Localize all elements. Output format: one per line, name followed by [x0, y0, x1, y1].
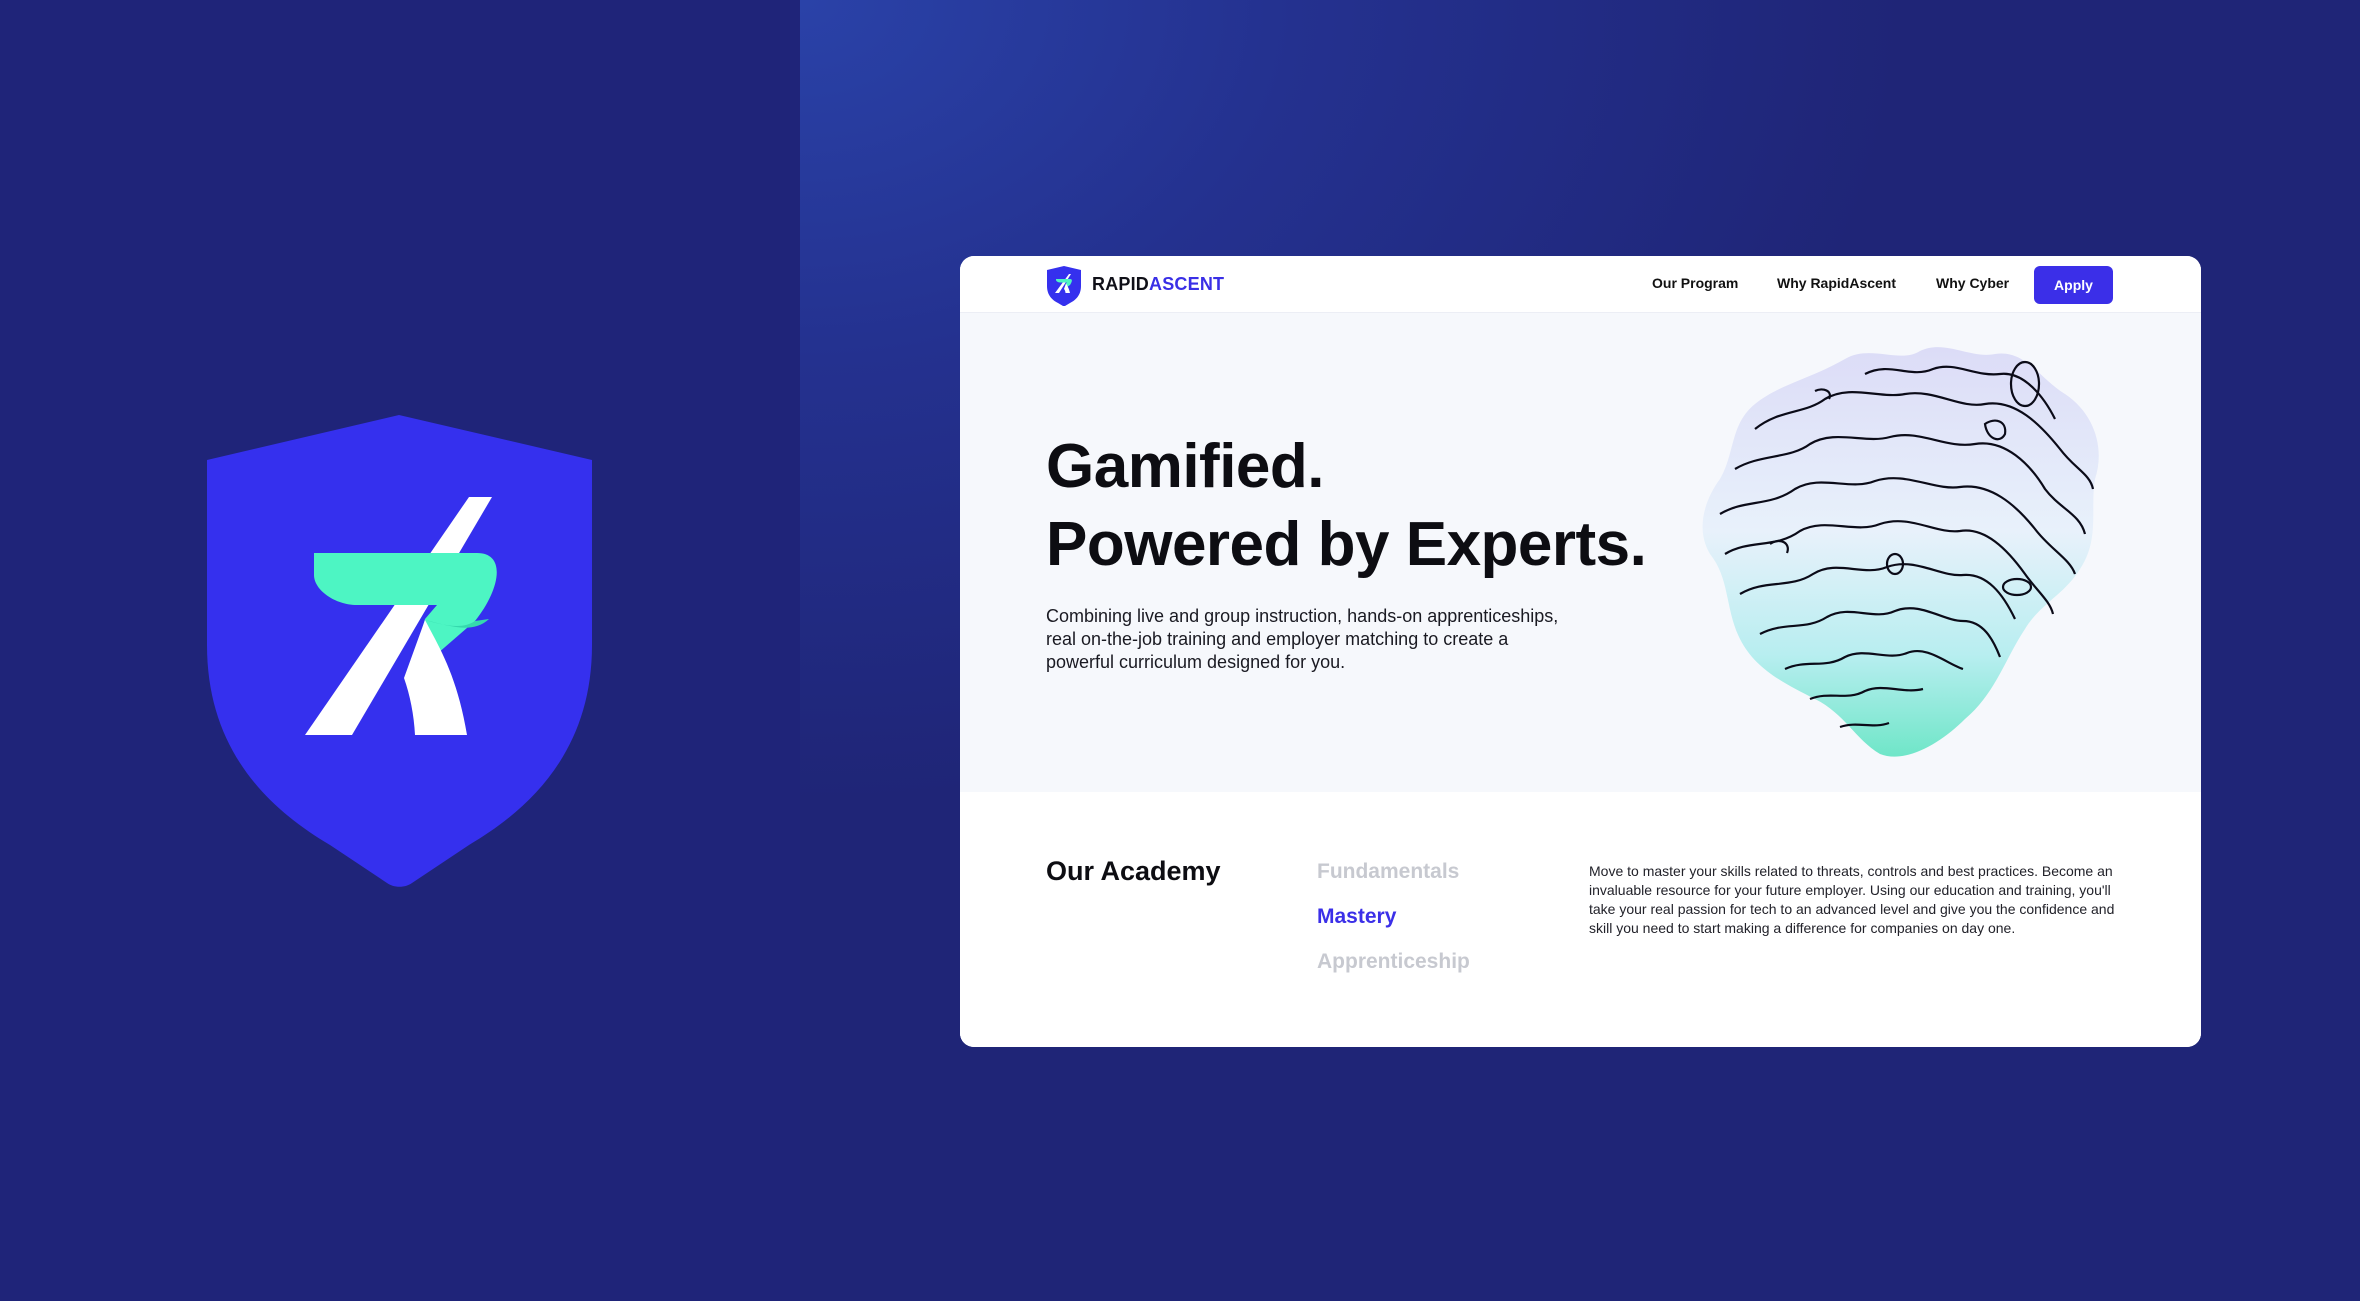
hero-headline-line2: Powered by Experts. — [1046, 510, 1647, 579]
hero-subtext: Combining live and group instruction, ha… — [1046, 606, 1559, 672]
nav-link-why-rapidascent[interactable]: Why RapidAscent — [1777, 275, 1896, 291]
rapidascent-shield-logo-icon — [207, 415, 592, 887]
tab-mastery[interactable]: Mastery — [1317, 905, 1396, 929]
rapidascent-small-logo-icon[interactable] — [1047, 266, 1081, 306]
tab-apprenticeship[interactable]: Apprenticeship — [1317, 950, 1470, 974]
academy-description: Move to master your skills related to th… — [1589, 863, 2115, 936]
academy-title: Our Academy — [1046, 856, 1221, 886]
top-nav: RAPIDASCENT Our Program Why RapidAscent … — [960, 256, 2201, 313]
apply-button[interactable]: Apply — [2034, 266, 2113, 304]
hero-headline-line1: Gamified. — [1046, 432, 1325, 501]
nav-link-why-cyber[interactable]: Why Cyber — [1936, 275, 2009, 291]
brand-wordmark[interactable]: RAPIDASCENT — [1092, 274, 1224, 295]
nav-link-our-program[interactable]: Our Program — [1652, 275, 1738, 291]
brand-panel — [0, 0, 800, 1301]
brand-name-primary: RAPID — [1092, 274, 1150, 294]
website-mockup: RAPIDASCENT Our Program Why RapidAscent … — [960, 256, 2201, 1047]
tab-fundamentals[interactable]: Fundamentals — [1317, 860, 1459, 884]
topographic-blob-illustration — [1702, 347, 2099, 757]
brand-name-accent: ASCENT — [1149, 274, 1225, 294]
